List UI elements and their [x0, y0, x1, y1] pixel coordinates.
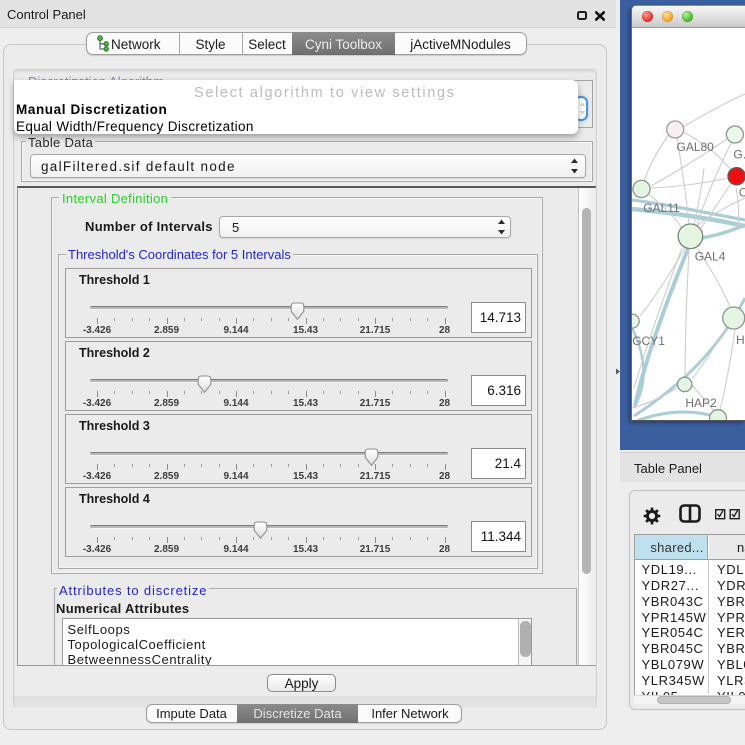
svg-text:H: H — [736, 333, 745, 347]
svg-text:HAP2: HAP2 — [685, 396, 717, 410]
svg-text:GAL11: GAL11 — [643, 201, 680, 215]
svg-text:GCY1: GCY1 — [632, 334, 665, 348]
svg-text:C: C — [739, 186, 745, 200]
svg-text:GAL4: GAL4 — [695, 250, 726, 264]
svg-text:GAL80: GAL80 — [677, 140, 715, 154]
svg-text:G.: G. — [733, 148, 745, 162]
